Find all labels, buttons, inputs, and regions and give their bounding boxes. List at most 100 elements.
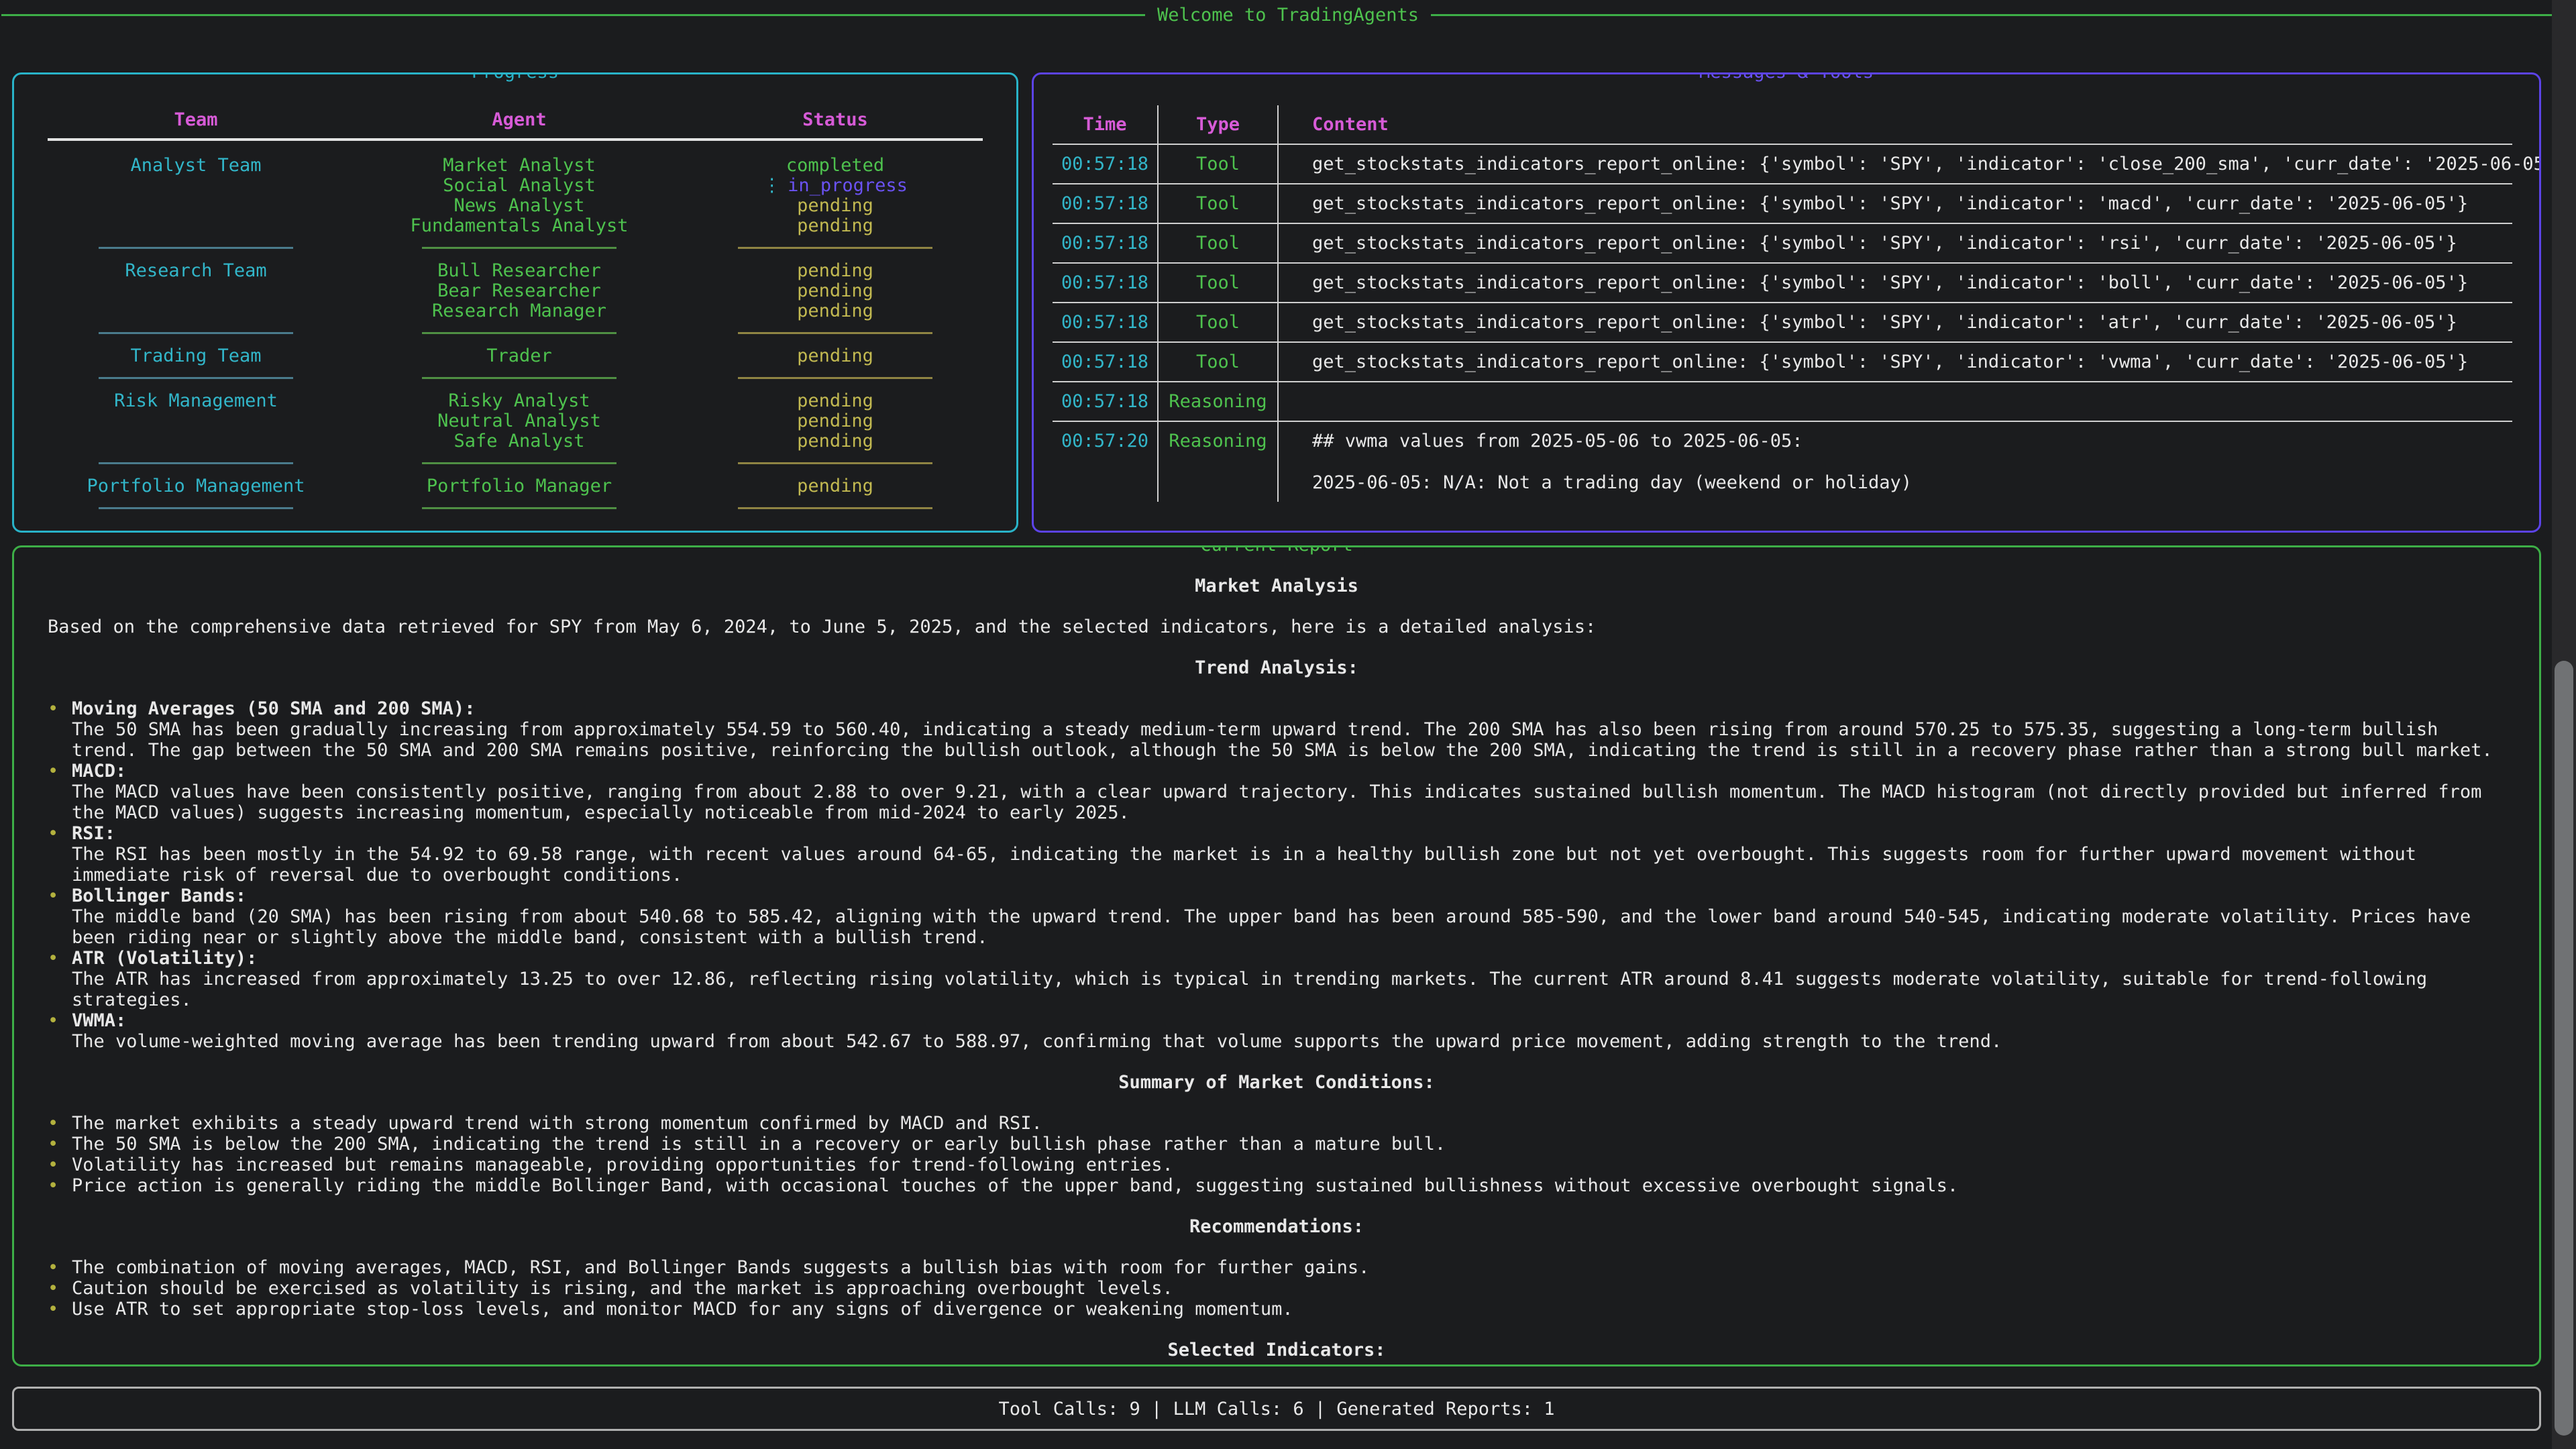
stats-text: Tool Calls: 9 | LLM Calls: 6 | Generated…	[998, 1399, 1554, 1419]
agent-cell: Bear Researcher	[344, 281, 694, 301]
bullet-body: The volume-weighted moving average has b…	[72, 1031, 2502, 1052]
agent-cell: Research Manager	[344, 301, 694, 321]
message-row: 00:57:18Toolget_stockstats_indicators_re…	[1053, 223, 2512, 262]
messages-panel: Messages & Tools Time Type Content 00:57…	[1032, 72, 2541, 533]
message-row: 00:57:18Toolget_stockstats_indicators_re…	[1053, 144, 2512, 183]
message-content: get_stockstats_indicators_report_online:…	[1279, 145, 2541, 183]
progress-row: Research Managerpending	[48, 301, 983, 321]
progress-row: Neutral Analystpending	[48, 411, 983, 431]
bullet-icon: •	[48, 823, 72, 885]
separator-cell	[344, 332, 694, 334]
bullet-body: Caution should be exercised as volatilit…	[72, 1278, 2502, 1299]
progress-row: Portfolio ManagementPortfolio Managerpen…	[48, 476, 983, 496]
status-label: completed	[786, 156, 884, 176]
group-separator	[48, 507, 983, 509]
message-row: 00:57:20Reasoning## vwma values from 202…	[1053, 421, 2512, 502]
status-label: pending	[797, 196, 873, 216]
message-content-line: get_stockstats_indicators_report_online:…	[1312, 312, 2492, 333]
bullet-icon: •	[48, 1175, 72, 1196]
bullet-content: Use ATR to set appropriate stop-loss lev…	[72, 1299, 2515, 1320]
column-header-type: Type	[1159, 105, 1279, 144]
team-cell: Portfolio Management	[48, 476, 344, 496]
message-content-line: get_stockstats_indicators_report_online:…	[1312, 154, 2541, 174]
progress-table-body: Analyst TeamMarket AnalystcompletedSocia…	[48, 156, 983, 509]
banner-rule-right	[1431, 14, 2575, 16]
report-title: Market Analysis	[38, 576, 2515, 596]
bullet-content: Caution should be exercised as volatilit…	[72, 1278, 2515, 1299]
bullet-content: VWMA:The volume-weighted moving average …	[72, 1010, 2515, 1052]
status-label: pending	[797, 216, 873, 236]
bullet-body: The RSI has been mostly in the 54.92 to …	[72, 844, 2502, 885]
agent-cell: Market Analyst	[344, 156, 694, 176]
message-time: 00:57:18	[1053, 224, 1159, 262]
bullet-body: The ATR has increased from approximately…	[72, 969, 2502, 1010]
status-cell: pending	[694, 196, 976, 216]
agent-separator-line	[422, 377, 616, 379]
agent-cell: Safe Analyst	[344, 431, 694, 451]
message-content-line: get_stockstats_indicators_report_online:…	[1312, 233, 2492, 254]
report-section-heading: Trend Analysis:	[38, 657, 2515, 678]
app-title: Welcome to TradingAgents	[1145, 5, 1431, 25]
message-content: get_stockstats_indicators_report_online:…	[1279, 303, 2512, 341]
status-label: pending	[797, 346, 873, 366]
agent-separator-line	[422, 247, 616, 249]
progress-panel: Progress Team Agent Status Analyst TeamM…	[12, 72, 1018, 533]
scrollbar-track[interactable]	[2552, 0, 2576, 1449]
group-separator	[48, 377, 983, 379]
separator-cell	[694, 462, 976, 464]
group-separator	[48, 462, 983, 464]
bullet-content: Bollinger Bands:The middle band (20 SMA)…	[72, 885, 2515, 948]
status-cell: pending	[694, 216, 976, 236]
bullet-icon: •	[48, 1278, 72, 1299]
separator-cell	[344, 507, 694, 509]
agent-cell: Portfolio Manager	[344, 476, 694, 496]
separator-cell	[344, 247, 694, 249]
progress-row: Bear Researcherpending	[48, 281, 983, 301]
top-row: Progress Team Agent Status Analyst TeamM…	[12, 72, 2541, 533]
message-content: get_stockstats_indicators_report_online:…	[1279, 224, 2512, 262]
bullet-body: Use ATR to set appropriate stop-loss lev…	[72, 1299, 2502, 1320]
message-row: 00:57:18Toolget_stockstats_indicators_re…	[1053, 183, 2512, 223]
bullet-icon: •	[48, 761, 72, 823]
bullet-term: MACD:	[72, 761, 2502, 782]
report-body: Market Analysis Based on the comprehensi…	[14, 576, 2539, 1360]
status-separator-line	[738, 332, 932, 334]
scrollbar-thumb[interactable]	[2555, 661, 2573, 1436]
team-cell	[48, 411, 344, 431]
report-bullet: •Caution should be exercised as volatili…	[48, 1278, 2515, 1299]
bullet-body: The market exhibits a steady upward tren…	[72, 1113, 2502, 1134]
agent-cell: Trader	[344, 346, 694, 366]
bullet-content: Price action is generally riding the mid…	[72, 1175, 2515, 1196]
status-cell: ⋮in_progress	[694, 176, 976, 196]
bullet-body: The 50 SMA has been gradually increasing…	[72, 719, 2502, 761]
separator-cell	[48, 462, 344, 464]
status-label: pending	[797, 261, 873, 281]
agent-cell: Social Analyst	[344, 176, 694, 196]
team-cell: Trading Team	[48, 346, 344, 366]
message-content-line	[1312, 451, 2492, 472]
team-separator-line	[99, 377, 293, 379]
bullet-icon: •	[48, 1113, 72, 1134]
team-cell	[48, 196, 344, 216]
progress-row: Analyst TeamMarket Analystcompleted	[48, 156, 983, 176]
report-bullet: •MACD:The MACD values have been consiste…	[48, 761, 2515, 823]
message-time: 00:57:18	[1053, 303, 1159, 341]
report-bullet: •Moving Averages (50 SMA and 200 SMA):Th…	[48, 698, 2515, 761]
bullet-term: ATR (Volatility):	[72, 948, 2502, 969]
message-type: Tool	[1159, 264, 1279, 302]
bullet-term: Bollinger Bands:	[72, 885, 2502, 906]
group-separator	[48, 332, 983, 334]
progress-row: Research TeamBull Researcherpending	[48, 261, 983, 281]
status-separator-line	[738, 462, 932, 464]
agent-cell: Fundamentals Analyst	[344, 216, 694, 236]
bullet-body: Price action is generally riding the mid…	[72, 1175, 2502, 1196]
messages-panel-title: Messages & Tools	[1688, 72, 1884, 83]
status-cell: pending	[694, 411, 976, 431]
bullet-content: RSI:The RSI has been mostly in the 54.92…	[72, 823, 2515, 885]
message-time: 00:57:20	[1053, 422, 1159, 502]
separator-cell	[48, 507, 344, 509]
separator-cell	[694, 507, 976, 509]
bullet-content: The market exhibits a steady upward tren…	[72, 1113, 2515, 1134]
report-bullet: •Use ATR to set appropriate stop-loss le…	[48, 1299, 2515, 1320]
status-cell: pending	[694, 476, 976, 496]
